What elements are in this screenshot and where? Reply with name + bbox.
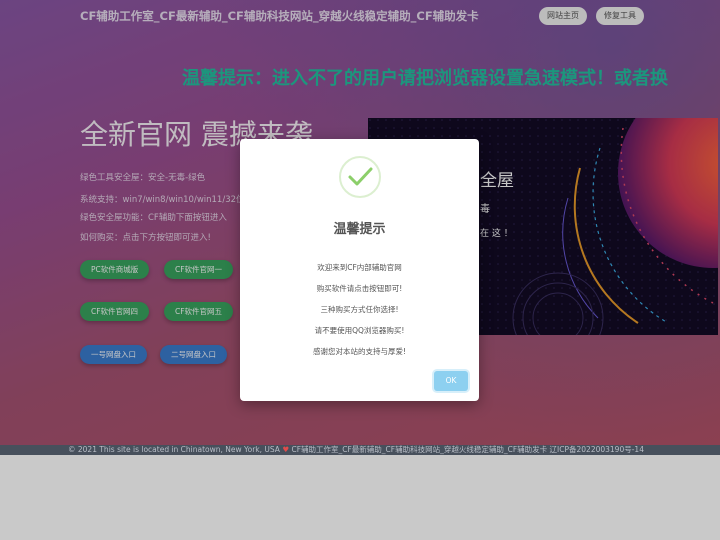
heart-icon: ♥ bbox=[282, 445, 290, 454]
site-footer: © 2021 This site is located in Chinatown… bbox=[0, 445, 720, 455]
dialog-line-methods: 三种购买方式任你选择! bbox=[320, 305, 399, 314]
footer-copyright: © 2021 This site is located in Chinatown… bbox=[68, 445, 280, 454]
ok-button[interactable]: OK bbox=[434, 371, 468, 391]
footer-icp[interactable]: CF辅助工作室_CF最新辅助_CF辅助科技网站_穿越火线稳定辅助_CF辅助发卡 … bbox=[291, 445, 644, 454]
dialog-title: 温馨提示 bbox=[333, 222, 386, 237]
notice-dialog: 温馨提示 欢迎来到CF内部辅助官网 购买软件请点击按钮即可! 三种购买方式任你选… bbox=[240, 139, 479, 401]
dialog-line-thanks: 感谢您对本站的支持与厚爱! bbox=[312, 347, 406, 356]
dialog-line-welcome: 欢迎来到CF内部辅助官网 bbox=[317, 263, 402, 272]
check-icon bbox=[339, 156, 381, 198]
dialog-line-warning: 请不要使用QQ浏览器购买! bbox=[314, 326, 405, 335]
dialog-line-buy: 购买软件请点击按钮即可! bbox=[316, 284, 403, 293]
